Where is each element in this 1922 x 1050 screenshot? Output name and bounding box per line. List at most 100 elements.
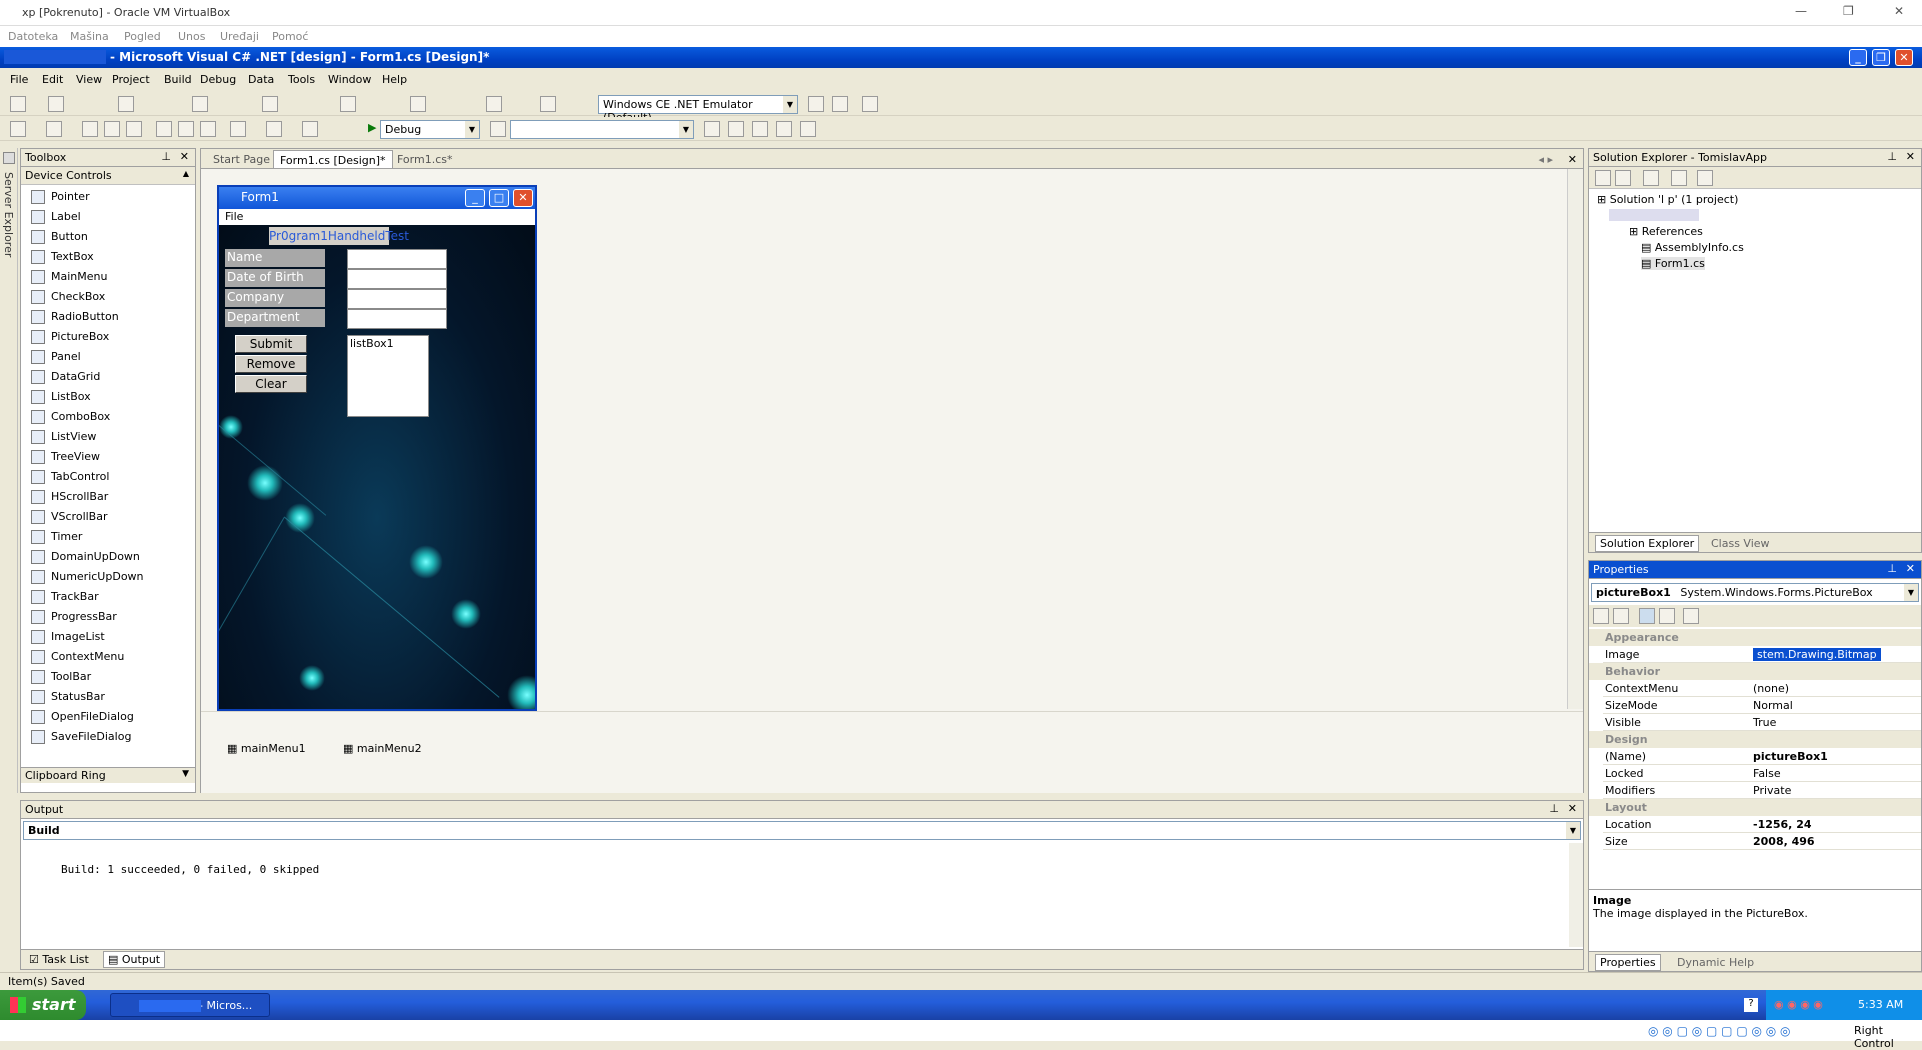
toolbox-item-listbox[interactable]: ListBox [29,387,189,407]
config-combo[interactable]: Debug ▼ [380,120,480,139]
toolbox-item-label[interactable]: Label [29,207,189,227]
align-left-icon[interactable] [48,96,64,112]
tab-output[interactable]: ▤ Output [103,951,166,968]
categorized-icon[interactable] [1593,608,1609,624]
toolbox-item-numericupdown[interactable]: NumericUpDown [29,567,189,587]
add-item-icon[interactable] [46,121,62,137]
server-explorer-icon[interactable] [3,152,15,164]
host-menu-view[interactable]: Pogled [124,30,161,43]
device-options-icon[interactable] [832,96,848,112]
close-icon[interactable]: ✕ [1568,153,1577,166]
device-toolbar-icon[interactable] [862,96,878,112]
tab-scroll-icon[interactable]: ◂ ▸ [1538,153,1553,166]
property-value[interactable]: 2008, 496 [1753,835,1815,848]
toolbox-item-pointer[interactable]: Pointer [29,187,189,207]
property-row[interactable]: Size 2008, 496 [1603,833,1921,850]
property-value[interactable]: Private [1753,784,1791,797]
toolbox-item-tabcontrol[interactable]: TabControl [29,467,189,487]
events-icon[interactable] [1659,608,1675,624]
host-menu-devices[interactable]: Uređaji [220,30,259,43]
center-form-icon[interactable] [486,96,502,112]
menu-tools[interactable]: Tools [288,73,315,86]
department-textbox[interactable] [347,309,447,329]
copy-icon[interactable] [178,121,194,137]
object-selector[interactable]: pictureBox1 System.Windows.Forms.Picture… [1591,583,1919,602]
toolbox-section-clipboard[interactable]: Clipboard Ring ▼ [21,767,195,783]
toolbox-item-timer[interactable]: Timer [29,527,189,547]
redo-icon[interactable] [266,121,282,137]
toolbox-section-general[interactable] [21,783,195,793]
submit-button[interactable]: Submit [235,335,307,353]
tab-form1-code[interactable]: Form1.cs* [397,153,452,166]
menu-project[interactable]: Project [112,73,150,86]
design-vscrollbar[interactable] [1567,169,1583,709]
chevron-down-icon[interactable]: ▼ [1566,822,1580,839]
property-row[interactable]: ContextMenu (none) [1603,680,1921,697]
save-all-icon[interactable] [126,121,142,137]
close-icon[interactable]: ✕ [1906,150,1915,163]
device-combo[interactable]: Windows CE .NET Emulator (Default) ▼ [598,95,798,124]
property-row[interactable]: Visible True [1603,714,1921,731]
property-value[interactable]: Normal [1753,699,1793,712]
toolbox-item-picturebox[interactable]: PictureBox [29,327,189,347]
property-value[interactable]: True [1753,716,1776,729]
alphabetical-icon[interactable] [1613,608,1629,624]
refresh-icon[interactable] [1643,170,1659,186]
property-category[interactable]: Design [1589,731,1921,748]
navigate-back-icon[interactable] [302,121,318,137]
toolbox-item-vscrollbar[interactable]: VScrollBar [29,507,189,527]
tab-task-list[interactable]: ☑ Task List [29,953,89,966]
ide-close-button[interactable]: ✕ [1895,49,1913,66]
align-center-icon[interactable] [118,96,134,112]
ide-restore-button[interactable]: ❐ [1872,49,1890,66]
toolbox-item-trackbar[interactable]: TrackBar [29,587,189,607]
date-of-birth-textbox[interactable] [347,269,447,289]
server-explorer-tab[interactable]: Server Explorer [2,172,15,257]
pin-icon[interactable]: ⊥ [1549,802,1559,815]
order-icon[interactable] [540,96,556,112]
solution-explorer-icon[interactable] [704,121,720,137]
menu-data[interactable]: Data [248,73,274,86]
spacing-icon[interactable] [340,96,356,112]
host-menu-machine[interactable]: Mašina [70,30,109,43]
toolbox-item-mainmenu[interactable]: MainMenu [29,267,189,287]
tab-dynamic-help[interactable]: Dynamic Help [1677,956,1754,969]
toolbox-item-openfiledialog[interactable]: OpenFileDialog [29,707,189,727]
chevron-down-icon[interactable]: ▼ [679,121,693,138]
remove-button[interactable]: Remove [235,355,307,373]
host-close-button[interactable]: ✕ [1894,4,1904,18]
toolbox-item-contextmenu[interactable]: ContextMenu [29,647,189,667]
menu-debug[interactable]: Debug [200,73,236,86]
form1-window[interactable]: Form1 _ □ ✕ File Pr0gram1HandheldTest Na… [217,185,537,711]
property-category[interactable]: Layout [1589,799,1921,816]
tab-solution-explorer[interactable]: Solution Explorer [1595,535,1700,552]
toolbox-item-listview[interactable]: ListView [29,427,189,447]
more-icon[interactable] [800,121,816,137]
properties-icon[interactable] [728,121,744,137]
close-icon[interactable]: ✕ [180,150,189,163]
menu-edit[interactable]: Edit [42,73,63,86]
property-value[interactable]: (none) [1753,682,1789,695]
property-row[interactable]: Modifiers Private [1603,782,1921,799]
find-icon[interactable] [490,121,506,137]
property-row[interactable]: SizeMode Normal [1603,697,1921,714]
host-menu-input[interactable]: Unos [178,30,205,43]
tab-properties[interactable]: Properties [1595,954,1661,971]
property-value[interactable]: pictureBox1 [1753,750,1828,763]
property-category[interactable]: Appearance [1589,629,1921,646]
properties-view-icon[interactable] [1639,608,1655,624]
start-debug-icon[interactable]: ▶ [368,121,376,134]
mainmenu1-component[interactable]: ▦ mainMenu1 [227,742,306,755]
chevron-down-icon[interactable]: ▼ [465,121,479,138]
form-maximize-icon[interactable]: □ [489,189,509,207]
menu-window[interactable]: Window [328,73,371,86]
start-button[interactable]: start [0,990,86,1020]
make-same-size-icon[interactable] [262,96,278,112]
menu-help[interactable]: Help [382,73,407,86]
spacing-vertical-icon[interactable] [410,96,426,112]
host-minimize-button[interactable]: — [1795,4,1807,18]
align-top-icon[interactable] [192,96,208,112]
close-icon[interactable]: ✕ [1906,562,1915,575]
pin-icon[interactable]: ⊥ [1887,562,1897,575]
company-textbox[interactable] [347,289,447,309]
